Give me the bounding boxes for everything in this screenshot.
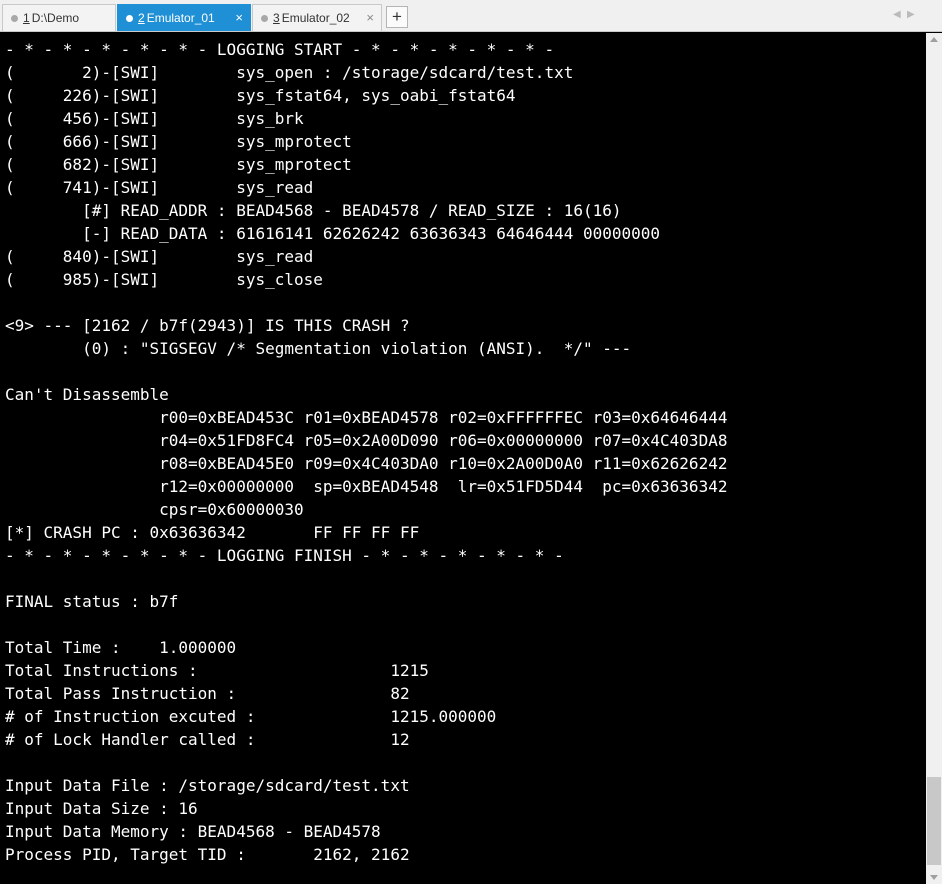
console-line: Input Data Memory : BEAD4568 - BEAD4578 (5, 822, 381, 841)
scrollbar-thumb[interactable] (927, 777, 941, 865)
scroll-tabs-right-icon[interactable]: ▶ (907, 9, 915, 20)
scroll-tabs-left-icon[interactable]: ◀ (893, 9, 901, 20)
console-line: <9> --- [2162 / b7f(2943)] IS THIS CRASH… (5, 316, 410, 335)
console-line: # of Lock Handler called : 12 (5, 730, 410, 749)
console-line: ( 741)-[SWI] sys_read (5, 178, 314, 197)
scroll-up-arrow-icon[interactable] (930, 37, 938, 42)
tab-emulator-01[interactable]: 2 Emulator_01 × (117, 4, 251, 31)
tab-label: D:\Demo (31, 11, 80, 25)
console-line: - * - * - * - * - * - LOGGING START - * … (5, 40, 555, 59)
console-line: Input Data File : /storage/sdcard/test.t… (5, 776, 410, 795)
tab-status-dot-icon (11, 14, 18, 22)
console-line: ( 682)-[SWI] sys_mprotect (5, 155, 352, 174)
console-line: r12=0x00000000 sp=0xBEAD4548 lr=0x51FD5D… (5, 477, 728, 496)
tab-demo[interactable]: 1 D:\Demo (2, 4, 116, 31)
tab-number: 2 (138, 11, 145, 25)
tab-bar: 1 D:\Demo 2 Emulator_01 × 3 Emulator_02 … (0, 0, 942, 32)
terminal-output[interactable]: - * - * - * - * - * - LOGGING START - * … (0, 33, 926, 884)
console-line: Total Pass Instruction : 82 (5, 684, 410, 703)
console-line: ( 840)-[SWI] sys_read (5, 247, 314, 266)
console-line: - * - * - * - * - * - LOGGING FINISH - *… (5, 546, 564, 565)
console-line: Total Time : 1.000000 (5, 638, 237, 657)
vertical-scrollbar[interactable] (926, 33, 942, 884)
tab-number: 1 (23, 11, 30, 25)
console-line: cpsr=0x60000030 (5, 500, 304, 519)
console-line: Total Instructions : 1215 (5, 661, 429, 680)
add-tab-button[interactable]: + (386, 6, 408, 28)
close-icon[interactable]: × (235, 10, 243, 25)
tab-label: Emulator_02 (281, 11, 350, 25)
close-icon[interactable]: × (366, 10, 374, 25)
console-line: [*] CRASH PC : 0x63636342 FF FF FF FF (5, 523, 420, 542)
console-line: r08=0xBEAD45E0 r09=0x4C403DA0 r10=0x2A00… (5, 454, 728, 473)
console-line: ( 985)-[SWI] sys_close (5, 270, 323, 289)
console-line: FINAL status : b7f (5, 592, 179, 611)
console-line: ( 456)-[SWI] sys_brk (5, 109, 304, 128)
console-line: Process PID, Target TID : 2162, 2162 (5, 845, 410, 864)
console-line: Input Data Size : 16 (5, 799, 198, 818)
console-line: ( 666)-[SWI] sys_mprotect (5, 132, 352, 151)
console-line: (0) : "SIGSEGV /* Segmentation violation… (5, 339, 632, 358)
tab-status-dot-icon (261, 14, 268, 22)
console-line: r00=0xBEAD453C r01=0xBEAD4578 r02=0xFFFF… (5, 408, 728, 427)
tab-number: 3 (273, 11, 280, 25)
console-line: Can't Disassemble (5, 385, 169, 404)
console-line: r04=0x51FD8FC4 r05=0x2A00D090 r06=0x0000… (5, 431, 728, 450)
scroll-down-arrow-icon[interactable] (930, 875, 938, 880)
console-line: # of Instruction excuted : 1215.000000 (5, 707, 497, 726)
console-line: [#] READ_ADDR : BEAD4568 - BEAD4578 / RE… (5, 201, 622, 220)
console-line: ( 226)-[SWI] sys_fstat64, sys_oabi_fstat… (5, 86, 516, 105)
tab-status-dot-icon (126, 14, 133, 22)
console-line: [-] READ_DATA : 61616141 62626242 636363… (5, 224, 661, 243)
tab-emulator-02[interactable]: 3 Emulator_02 × (252, 4, 382, 31)
console-line: ( 2)-[SWI] sys_open : /storage/sdcard/te… (5, 63, 574, 82)
tab-label: Emulator_01 (146, 11, 215, 25)
